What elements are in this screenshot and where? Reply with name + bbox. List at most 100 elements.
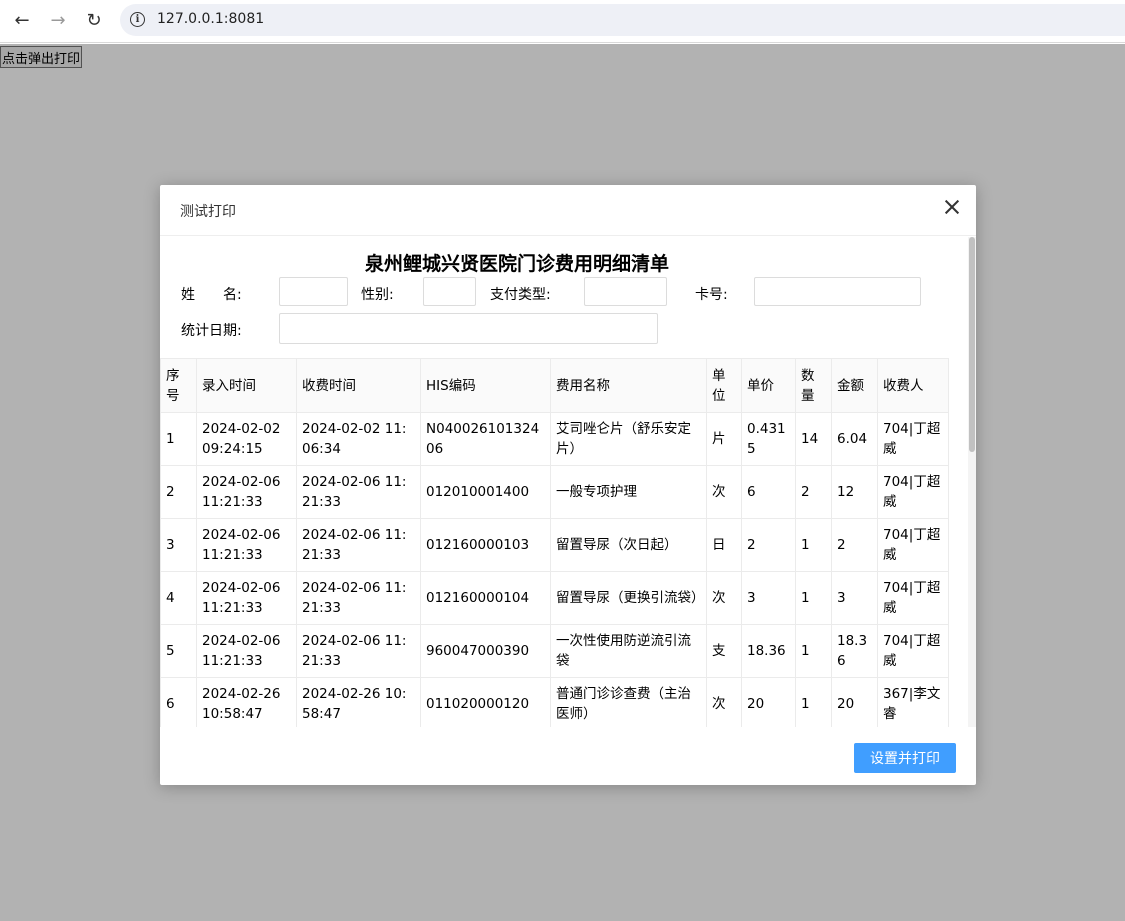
cell-his-code: N04002610132406 — [420, 412, 551, 466]
cell-his-code: 012160000104 — [420, 571, 551, 625]
gender-field[interactable] — [423, 277, 476, 306]
dialog-title: 测试打印 — [180, 204, 236, 220]
cell-his-code: 011020000120 — [420, 677, 551, 727]
cell-charge-time: 2024-02-02 11:06:34 — [296, 412, 421, 466]
cell-cashier: 367|李文睿 — [877, 677, 949, 727]
cell-index: 5 — [160, 624, 197, 678]
print-dialog: 测试打印 泉州鲤城兴贤医院门诊费用明细清单 姓 名: 性别: 支付类型: 卡号:… — [160, 185, 976, 785]
cell-unit-price: 6 — [741, 465, 796, 519]
cell-unit: 次 — [706, 677, 742, 727]
cell-entry-time: 2024-02-02 09:24:15 — [196, 412, 297, 466]
cell-amount: 6.04 — [831, 412, 878, 466]
cell-charge-time: 2024-02-26 10:58:47 — [296, 677, 421, 727]
cell-amount: 12 — [831, 465, 878, 519]
payment-type-field[interactable] — [584, 277, 667, 306]
header-quantity: 数量 — [795, 358, 832, 413]
fee-detail-table: 序号 录入时间 收费时间 HIS编码 费用名称 单位 单价 数量 金额 收费人 — [160, 358, 949, 727]
header-amount: 金额 — [831, 358, 878, 413]
table-row: 5 2024-02-06 11:21:33 2024-02-06 11:21:3… — [160, 624, 949, 678]
table-row: 2 2024-02-06 11:21:33 2024-02-06 11:21:3… — [160, 465, 949, 519]
cell-index: 2 — [160, 465, 197, 519]
cell-cashier: 704|丁超威 — [877, 571, 949, 625]
cell-amount: 18.36 — [831, 624, 878, 678]
dialog-body[interactable]: 泉州鲤城兴贤医院门诊费用明细清单 姓 名: 性别: 支付类型: 卡号: 统计日期… — [160, 237, 976, 727]
page-content: 点击弹出打印 测试打印 泉州鲤城兴贤医院门诊费用明细清单 姓 名: 性别: 支付… — [0, 44, 1125, 921]
cell-quantity: 1 — [795, 624, 832, 678]
info-icon[interactable]: i — [130, 12, 145, 27]
stat-date-label: 统计日期: — [181, 323, 242, 339]
cell-cashier: 704|丁超威 — [877, 518, 949, 572]
set-and-print-button[interactable]: 设置并打印 — [854, 743, 956, 773]
cell-entry-time: 2024-02-06 11:21:33 — [196, 624, 297, 678]
url-text: 127.0.0.1:8081 — [157, 11, 265, 27]
cell-unit: 日 — [706, 518, 742, 572]
header-index: 序号 — [160, 358, 197, 413]
dialog-footer: 设置并打印 — [160, 727, 976, 785]
cell-fee-name: 一般专项护理 — [550, 465, 707, 519]
cell-unit: 片 — [706, 412, 742, 466]
scrollbar-thumb[interactable] — [969, 237, 975, 452]
cell-quantity: 14 — [795, 412, 832, 466]
table-header-row: 序号 录入时间 收费时间 HIS编码 费用名称 单位 单价 数量 金额 收费人 — [160, 358, 949, 413]
cell-unit: 次 — [706, 465, 742, 519]
cell-entry-time: 2024-02-06 11:21:33 — [196, 518, 297, 572]
table-row: 3 2024-02-06 11:21:33 2024-02-06 11:21:3… — [160, 518, 949, 572]
cell-his-code: 012160000103 — [420, 518, 551, 572]
cell-charge-time: 2024-02-06 11:21:33 — [296, 518, 421, 572]
cell-charge-time: 2024-02-06 11:21:33 — [296, 624, 421, 678]
card-number-field[interactable] — [754, 277, 921, 306]
header-charge-time: 收费时间 — [296, 358, 421, 413]
cell-amount: 3 — [831, 571, 878, 625]
cell-fee-name: 留置导尿（次日起） — [550, 518, 707, 572]
dialog-header: 测试打印 — [160, 185, 976, 236]
address-bar[interactable]: i 127.0.0.1:8081 — [120, 4, 1125, 36]
header-his-code: HIS编码 — [420, 358, 551, 413]
cell-quantity: 2 — [795, 465, 832, 519]
stat-date-field[interactable] — [279, 313, 658, 344]
cell-charge-time: 2024-02-06 11:21:33 — [296, 465, 421, 519]
header-cashier: 收费人 — [877, 358, 949, 413]
card-label: 卡号: — [695, 287, 728, 303]
cell-unit-price: 3 — [741, 571, 796, 625]
header-entry-time: 录入时间 — [196, 358, 297, 413]
cell-his-code: 012010001400 — [420, 465, 551, 519]
forward-arrow-icon[interactable]: → — [44, 8, 72, 32]
cell-unit-price: 2 — [741, 518, 796, 572]
payment-type-label: 支付类型: — [490, 287, 551, 303]
browser-toolbar: ← → ↻ i 127.0.0.1:8081 — [0, 0, 1125, 43]
cell-index: 1 — [160, 412, 197, 466]
cell-index: 6 — [160, 677, 197, 727]
header-unit-price: 单价 — [741, 358, 796, 413]
header-fee-name: 费用名称 — [550, 358, 707, 413]
table-row: 4 2024-02-06 11:21:33 2024-02-06 11:21:3… — [160, 571, 949, 625]
close-icon[interactable] — [944, 199, 960, 215]
cell-entry-time: 2024-02-06 11:21:33 — [196, 571, 297, 625]
cell-his-code: 960047000390 — [420, 624, 551, 678]
cell-entry-time: 2024-02-26 10:58:47 — [196, 677, 297, 727]
cell-fee-name: 一次性使用防逆流引流袋 — [550, 624, 707, 678]
cell-charge-time: 2024-02-06 11:21:33 — [296, 571, 421, 625]
cell-unit-price: 20 — [741, 677, 796, 727]
cell-index: 3 — [160, 518, 197, 572]
name-label: 姓 名: — [181, 287, 242, 303]
cell-unit: 支 — [706, 624, 742, 678]
cell-cashier: 704|丁超威 — [877, 465, 949, 519]
table-row: 6 2024-02-26 10:58:47 2024-02-26 10:58:4… — [160, 677, 949, 727]
cell-fee-name: 普通门诊诊查费（主治医师） — [550, 677, 707, 727]
cell-unit-price: 0.4315 — [741, 412, 796, 466]
back-arrow-icon[interactable]: ← — [8, 8, 36, 32]
cell-amount: 2 — [831, 518, 878, 572]
cell-fee-name: 留置导尿（更换引流袋） — [550, 571, 707, 625]
cell-entry-time: 2024-02-06 11:21:33 — [196, 465, 297, 519]
cell-amount: 20 — [831, 677, 878, 727]
cell-index: 4 — [160, 571, 197, 625]
cell-quantity: 1 — [795, 518, 832, 572]
gender-label: 性别: — [361, 287, 394, 303]
cell-cashier: 704|丁超威 — [877, 412, 949, 466]
bill-title: 泉州鲤城兴贤医院门诊费用明细清单 — [364, 253, 669, 275]
cell-cashier: 704|丁超威 — [877, 624, 949, 678]
reload-icon[interactable]: ↻ — [80, 8, 108, 32]
cell-quantity: 1 — [795, 677, 832, 727]
table-row: 1 2024-02-02 09:24:15 2024-02-02 11:06:3… — [160, 412, 949, 466]
name-field[interactable] — [279, 277, 348, 306]
